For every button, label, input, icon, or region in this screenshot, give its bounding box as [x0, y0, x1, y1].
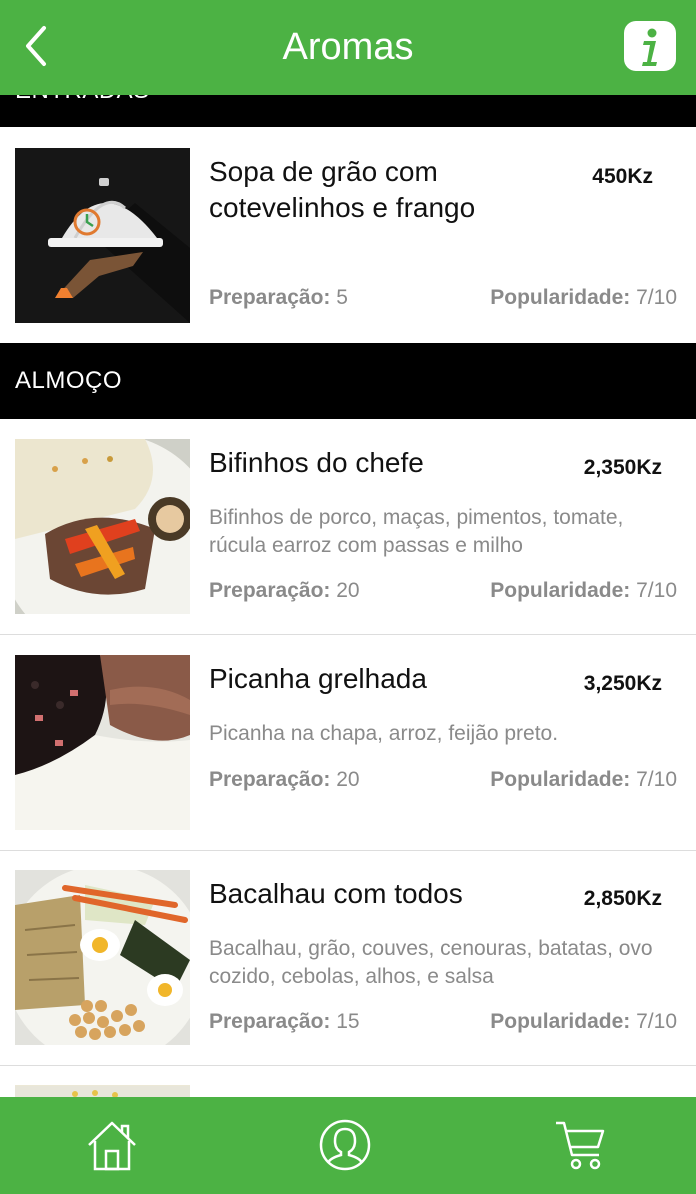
- popularity-value: 7/10: [636, 286, 677, 309]
- menu-item[interactable]: Sopa de grão com cotevelinhos e frango 4…: [0, 148, 696, 323]
- menu-item[interactable]: [0, 1085, 696, 1097]
- prep-value: 15: [336, 1010, 360, 1033]
- dish-photo: [15, 1085, 190, 1097]
- menu-item[interactable]: Bacalhau com todos 2,850Kz Bacalhau, grã…: [0, 870, 696, 1045]
- dish-price: 3,250Kz: [583, 672, 662, 695]
- dish-photo: [15, 655, 190, 830]
- popularity-value: 7/10: [636, 768, 677, 791]
- cart-icon[interactable]: [553, 1117, 609, 1173]
- section-header-almoco: ALMOÇO: [0, 343, 696, 419]
- dish-photo-image: [15, 1086, 190, 1097]
- dish-photo-image: [15, 870, 190, 1045]
- prep-label: Preparação:: [209, 1010, 331, 1033]
- menu-list[interactable]: ENTRADAS Sopa de grão com cotevelinhos e…: [0, 95, 696, 1097]
- info-icon: [642, 28, 657, 66]
- bottom-nav: [0, 1097, 696, 1194]
- popularity-label: Popularidade:: [490, 1010, 631, 1033]
- dish-price: 2,850Kz: [583, 887, 662, 910]
- dish-description: Bacalhau, grão, couves, cenouras, batata…: [209, 937, 653, 988]
- popularity-label: Popularidade:: [490, 768, 631, 791]
- menu-item[interactable]: Bifinhos do chefe 2,350Kz Bifinhos de po…: [0, 439, 696, 614]
- prep-label: Preparação:: [209, 579, 331, 602]
- menu-item[interactable]: Picanha grelhada 3,250Kz Picanha na chap…: [0, 655, 696, 830]
- popularity-label: Popularidade:: [490, 579, 631, 602]
- prep-label: Preparação:: [209, 768, 331, 791]
- app-header: Aromas: [0, 0, 696, 95]
- prep-value: 5: [336, 286, 348, 309]
- info-button[interactable]: [624, 21, 676, 71]
- prep-value: 20: [336, 579, 360, 602]
- dish-price: 450Kz: [592, 165, 653, 188]
- cloche-icon: [48, 178, 190, 323]
- dish-name: Picanha grelhada: [209, 663, 427, 694]
- dish-price: 2,350Kz: [583, 456, 662, 479]
- prep-label: Preparação:: [209, 286, 331, 309]
- dish-description: Bifinhos de porco, maças, pimentos, toma…: [209, 506, 624, 557]
- dish-name: Sopa de grão com cotevelinhos e frango: [209, 156, 476, 223]
- divider: [0, 850, 696, 851]
- divider: [0, 1065, 696, 1066]
- dish-description: Picanha na chapa, arroz, feijão preto.: [209, 722, 559, 745]
- popularity-value: 7/10: [636, 579, 677, 602]
- dish-photo: [15, 439, 190, 614]
- dish-name: Bifinhos do chefe: [209, 447, 424, 478]
- dish-photo-image: [15, 439, 190, 614]
- popularity-value: 7/10: [636, 1010, 677, 1033]
- dish-image-placeholder: [15, 148, 190, 323]
- profile-icon[interactable]: [317, 1117, 373, 1173]
- dish-name: Bacalhau com todos: [209, 878, 463, 909]
- dish-photo: [15, 870, 190, 1045]
- dish-photo-image: [15, 655, 190, 830]
- page-title: Aromas: [282, 26, 414, 68]
- divider: [0, 634, 696, 635]
- prep-value: 20: [336, 768, 360, 791]
- popularity-label: Popularidade:: [490, 286, 631, 309]
- section-header-entradas: ENTRADAS: [0, 95, 696, 127]
- home-icon[interactable]: [84, 1117, 140, 1173]
